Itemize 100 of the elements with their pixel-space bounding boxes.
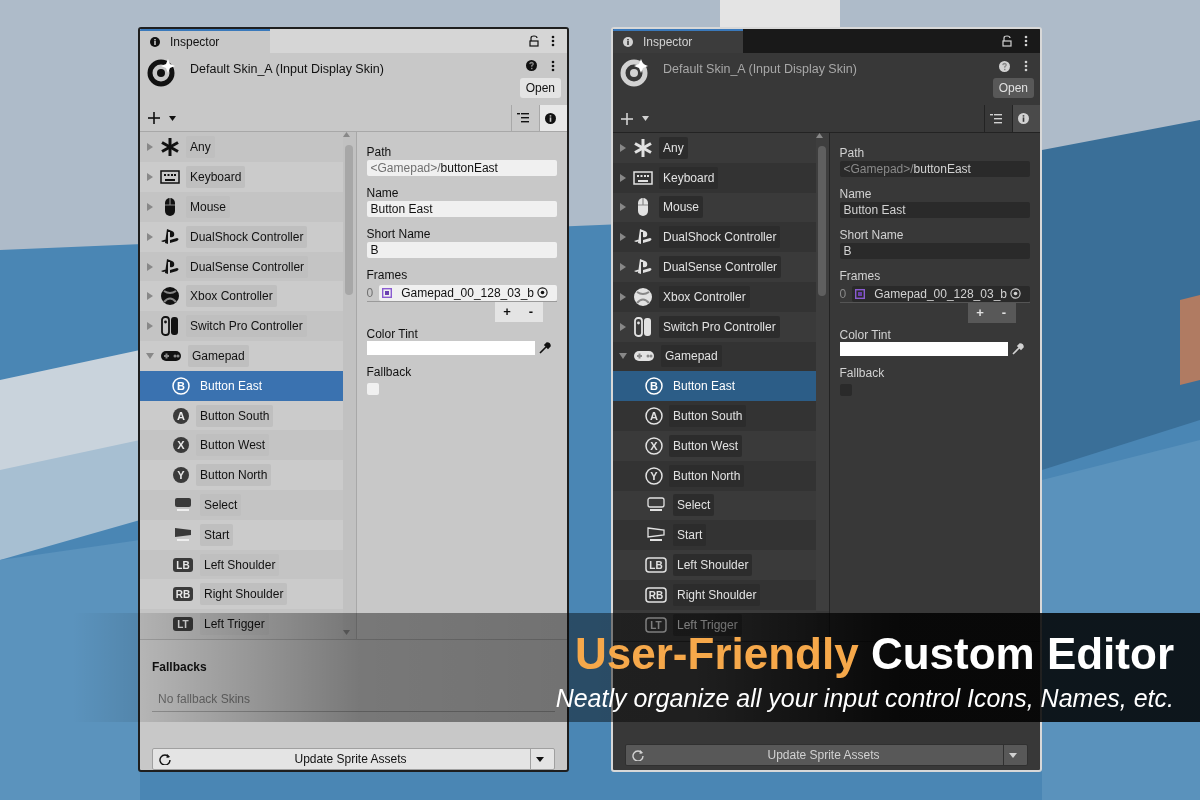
eyedropper-icon [1012,343,1024,355]
inspector-tab[interactable]: Inspector [613,29,743,53]
text-field[interactable]: Button East [839,202,1030,218]
add-button[interactable]: + [495,302,519,323]
sprite-icon [855,288,866,299]
path-field[interactable]: <Gamepad>/buttonEast [839,161,1030,177]
orb-icon [160,286,180,307]
collapsed-arrow-icon [146,232,154,241]
tree-item[interactable]: B Button East [140,370,343,401]
collapsed-arrow-icon [619,203,627,212]
shoulder-badge-icon: LB [172,555,194,574]
tree-item[interactable]: Xbox Controller [613,282,816,312]
banner-subtitle: Neatly organize all your input control Icons, Names, etc. [555,683,1174,713]
tree-item[interactable]: LB Left Shoulder [140,549,343,580]
field-label: Path [839,146,866,160]
target-icon [1010,288,1021,299]
field-label: Name [366,186,400,201]
scroll-up-icon [342,132,350,138]
sprite-field[interactable]: Gamepad_00_128_03_b [852,285,1030,302]
emblem-icon [633,228,653,247]
asterisk-icon [633,137,653,158]
field-label: Color Tint [839,328,892,342]
tree-item[interactable]: B Button East [613,371,816,402]
shoulder-badge-icon: LT [172,615,194,634]
tree-item[interactable]: X Button West [140,430,343,461]
open-button[interactable]: Open [519,77,561,98]
collapsed-arrow-icon [619,173,627,182]
scroll-down-icon [342,630,350,635]
expanded-arrow-icon [619,352,627,361]
open-button[interactable]: Open [992,78,1034,98]
refresh-icon [159,753,171,765]
collapsed-arrow-icon [619,143,627,152]
asset-logo-icon [619,57,649,87]
tree-item[interactable]: LT Left Trigger [140,609,343,639]
field-label: Short Name [839,228,905,242]
caret-icon [535,756,544,762]
refresh-icon [632,749,644,761]
text-field[interactable]: B [839,243,1030,259]
tree-item[interactable]: Keyboard [613,162,816,193]
kebab-menu-icon [1024,60,1028,72]
tree-item[interactable]: DualSense Controller [140,251,343,282]
gamepad-icon [160,348,182,363]
field-label: Color Tint [366,327,419,342]
kebab-menu-icon [551,59,555,72]
text-field[interactable]: B [366,242,557,259]
color-field[interactable] [366,341,535,356]
collapsed-arrow-icon [146,292,154,301]
field-label: Fallback [366,365,413,380]
tree-item[interactable]: DualShock Controller [613,222,816,253]
checkbox[interactable] [366,383,379,396]
shoulder-badge-icon: LT [645,615,667,634]
kebab-menu-icon [1024,35,1028,47]
collapsed-arrow-icon [619,292,627,301]
lock-icon [1002,35,1012,47]
tree-item[interactable]: Mouse [140,192,343,222]
info-icon [150,36,160,47]
remove-button[interactable]: - [519,302,543,323]
tree-item[interactable]: Select [140,490,343,520]
color-field[interactable] [839,342,1008,356]
sprite-icon [382,287,393,298]
plus-icon [621,112,633,125]
eyedropper-icon [539,342,551,355]
field-label: Fallback [839,366,886,380]
sprite-field[interactable]: Gamepad_00_128_03_b [379,284,557,301]
emblem-icon [633,258,653,277]
list-icon [516,113,529,124]
kebab-menu-icon [551,34,555,47]
field-label: Frames [366,268,409,283]
info-view-button[interactable] [1012,105,1040,132]
info-view-button[interactable] [539,104,567,132]
empty-list-text: No fallback Skins [152,676,555,712]
path-field[interactable]: <Gamepad>/buttonEast [366,160,557,177]
remove-button[interactable]: - [992,303,1016,323]
list-icon [989,113,1002,124]
gamepad-icon [633,349,655,364]
asset-title: Default Skin_A (Input Display Skin) [663,61,858,78]
joycon-icon [160,316,180,337]
tree-item[interactable]: RB Right Shoulder [613,579,816,610]
frame-index: 0 [839,285,847,303]
add-button[interactable]: + [968,303,992,323]
keyboard-icon [633,169,653,186]
collapsed-arrow-icon [146,202,154,211]
letter-badge-icon: Y [172,466,190,485]
inspector-tab[interactable]: Inspector [140,29,270,53]
tree-item[interactable]: Switch Pro Controller [140,311,343,342]
field-label: Path [366,145,393,160]
field-label: Name [839,187,873,201]
tree-item[interactable]: Any [140,132,343,163]
lock-icon [529,34,539,47]
text-field[interactable]: Button East [366,201,557,218]
scroll-up-icon [815,133,823,138]
emblem-icon [160,227,180,246]
tree-item[interactable]: Gamepad [613,341,816,372]
tree-item[interactable]: Start [613,520,816,551]
scrollbar-thumb[interactable] [345,145,353,296]
orb-icon [633,286,653,307]
plus-icon [148,112,160,125]
scrollbar-thumb[interactable] [818,146,826,296]
tree-item[interactable]: Y Button North [613,460,816,491]
tree-item[interactable]: A Button South [613,401,816,431]
